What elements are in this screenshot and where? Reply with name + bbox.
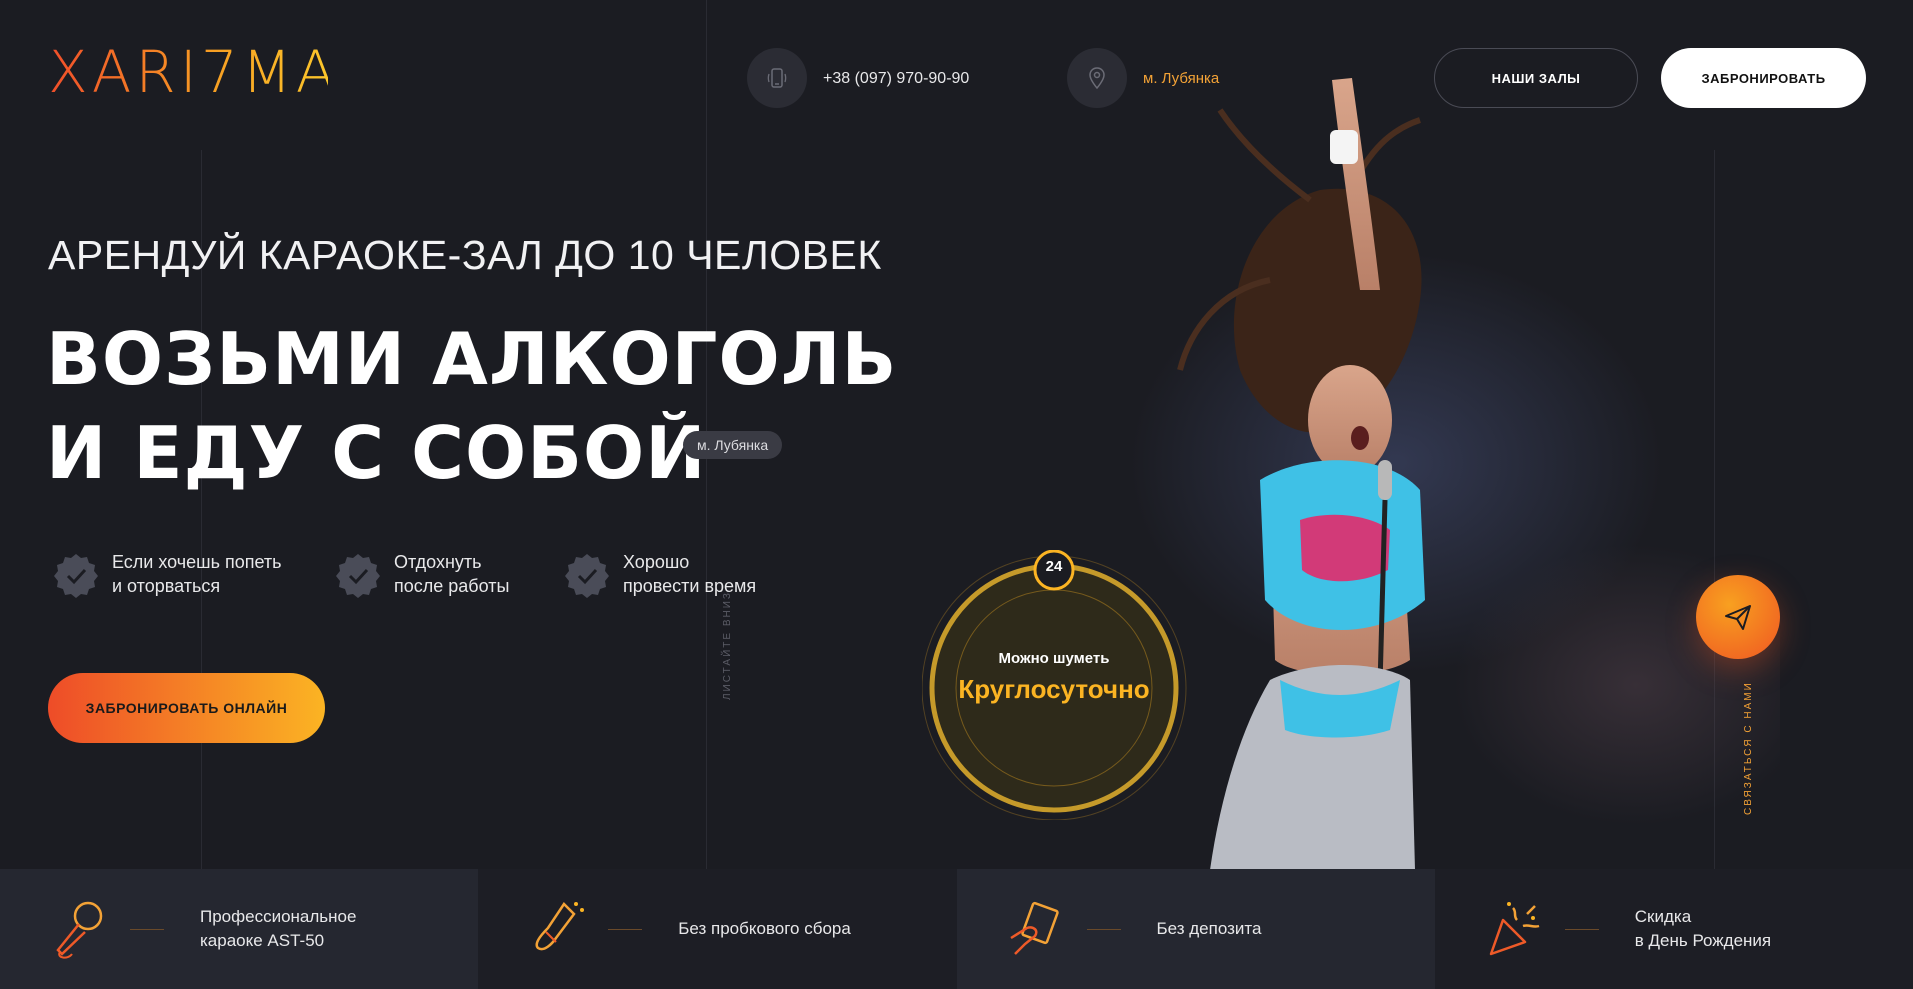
microphone-icon — [56, 901, 103, 959]
benefit-item: Скидка в День Рождения — [1434, 869, 1913, 989]
check-badge-icon — [54, 554, 98, 598]
benefit-line: Без депозита — [1156, 919, 1262, 938]
divider — [1564, 928, 1599, 930]
check-badge-icon — [336, 554, 380, 598]
headline-line-1: ВОЗЬМИ АЛКОГОЛЬ — [46, 317, 898, 401]
party-popper-icon — [1489, 902, 1540, 956]
champagne-icon — [535, 902, 585, 951]
feature-text: Хорошо провести время — [623, 550, 756, 598]
money-hand-icon — [1009, 901, 1059, 955]
benefit-item: Без пробкового сбора — [478, 869, 957, 989]
feature-line: после работы — [394, 576, 510, 596]
contact-button[interactable] — [1696, 575, 1780, 659]
phone-number[interactable]: +38 (097) 970-90-90 — [823, 70, 969, 88]
feature-item: Если хочешь попеть и оторваться — [52, 550, 282, 600]
round-badge-line2: Круглосуточно — [958, 674, 1150, 704]
feature-text: Если хочешь попеть и оторваться — [112, 550, 282, 598]
benefit-text: Скидка в День Рождения — [1635, 905, 1771, 953]
feature-item: Отдохнуть после работы — [334, 550, 509, 600]
benefit-text: Без пробкового сбора — [678, 917, 851, 941]
benefit-item: Профессиональное караоке AST-50 — [0, 869, 479, 989]
location-pin-icon[interactable] — [1067, 48, 1127, 108]
feature-line: Хорошо — [623, 552, 690, 572]
our-halls-button[interactable]: НАШИ ЗАЛЫ — [1434, 48, 1638, 108]
metro-badge: м. Лубянка — [683, 431, 783, 459]
round-badge-line1: Можно шуметь — [998, 650, 1110, 667]
contact-hint[interactable]: СВЯЗАТЬСЯ С НАМИ — [1743, 681, 1754, 815]
divider — [608, 928, 643, 930]
check-badge-icon — [565, 554, 609, 598]
divider — [130, 928, 164, 930]
book-online-button[interactable]: ЗАБРОНИРОВАТЬ ОНЛАЙН — [48, 673, 325, 743]
feature-line: Если хочешь попеть — [112, 552, 282, 572]
benefit-line: в День Рождения — [1634, 931, 1772, 950]
pin-glyph — [1089, 67, 1105, 90]
benefits-strip: Профессиональное караоке AST-50 Без проб… — [0, 869, 1913, 989]
book-button[interactable]: ЗАБРОНИРОВАТЬ — [1661, 48, 1866, 108]
benefit-line: Скидка — [1634, 907, 1692, 926]
benefit-item: Без депозита — [956, 869, 1435, 989]
benefit-line: Профессиональное — [200, 907, 357, 926]
scroll-hint[interactable]: ЛИСТАЙТЕ ВНИЗ — [722, 591, 733, 700]
feature-text: Отдохнуть после работы — [394, 550, 509, 598]
benefit-line: Без пробкового сбора — [678, 919, 851, 938]
phone-icon[interactable] — [747, 48, 807, 108]
phone-glyph — [767, 68, 787, 88]
benefit-text: Профессиональное караоке AST-50 — [200, 905, 356, 953]
benefit-line: караоке AST-50 — [200, 931, 325, 950]
divider — [1086, 928, 1121, 930]
benefit-text: Без депозита — [1157, 917, 1262, 941]
feature-line: и оторваться — [112, 576, 221, 596]
feature-line: провести время — [623, 576, 757, 596]
send-icon — [1725, 605, 1751, 630]
logo[interactable]: XARI7MA — [48, 38, 340, 106]
metro-station[interactable]: м. Лубянка — [1143, 70, 1219, 87]
hero-headline: ВОЗЬМИ АЛКОГОЛЬ И ЕДУ С СОБОЙ — [46, 312, 897, 500]
hero-subtitle: АРЕНДУЙ КАРАОКЕ-ЗАЛ ДО 10 ЧЕЛОВЕК — [48, 232, 882, 278]
hours-badge-number: 24 — [1045, 558, 1063, 575]
feature-line: Отдохнуть — [394, 552, 482, 572]
logo-text: XARI7MA — [48, 38, 340, 106]
